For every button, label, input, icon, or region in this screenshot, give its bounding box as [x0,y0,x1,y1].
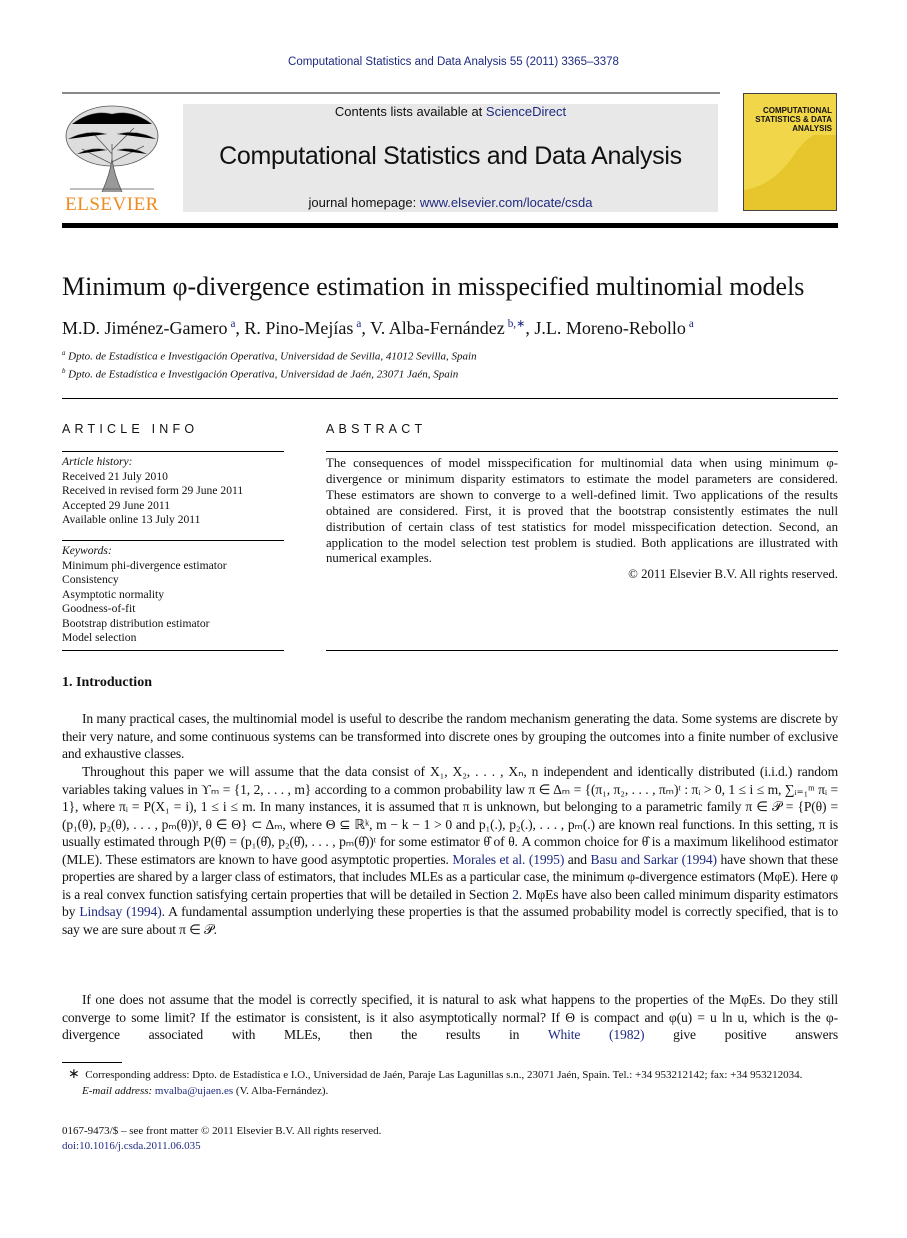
footnote-text: Corresponding address: Dpto. de Estadíst… [85,1069,803,1081]
keyword: Model selection [62,631,137,644]
affiliation-mark: b [62,368,66,375]
doi-link[interactable]: doi:10.1016/j.csda.2011.06.035 [62,1140,201,1152]
author-affiliation-mark[interactable]: a [689,318,694,330]
email-link[interactable]: mvalba@ujaen.es [155,1085,233,1097]
divider [62,451,284,452]
affiliation-text: Dpto. de Estadística e Investigación Ope… [68,368,459,381]
divider [326,451,838,452]
history-item: Accepted 29 June 2011 [62,498,171,512]
journal-cover-image: COMPUTATIONAL STATISTICS & DATA ANALYSIS [743,93,837,211]
homepage-line: journal homepage: www.elsevier.com/locat… [183,195,718,210]
journal-title: Computational Statistics and Data Analys… [219,142,682,170]
section-heading: 1. Introduction [62,675,152,690]
paragraph: In many practical cases, the multinomial… [62,710,838,763]
keyword: Goodness-of-fit [62,602,136,615]
abstract: The consequences of model misspecificati… [326,456,838,583]
text-run: . A fundamental assumption underlying th… [62,904,838,937]
abstract-text: The consequences of model misspecificati… [326,456,838,566]
keyword: Asymptotic normality [62,587,165,601]
contents-line: Contents lists available at ScienceDirec… [183,104,718,120]
citation-link[interactable]: White (1982) [548,1027,645,1042]
text-run: and [564,851,591,867]
text-run: give positive answers [644,1027,838,1042]
affiliation: b Dpto. de Estadística e Investigación O… [62,368,458,381]
email-label: E-mail address: [82,1085,155,1097]
divider [326,650,838,651]
divider [62,540,284,541]
paragraph: Throughout this paper we will assume tha… [62,763,838,938]
issn-line: 0167-9473/$ – see front matter © 2011 El… [62,1125,382,1137]
abstract-heading: ABSTRACT [326,422,427,436]
header-divider [62,223,838,228]
sciencedirect-link[interactable]: ScienceDirect [486,104,566,119]
cover-title: COMPUTATIONAL STATISTICS & DATA ANALYSIS [755,106,832,133]
history-item: Available online 13 July 2011 [62,513,201,526]
keywords-label: Keywords: [62,544,112,557]
divider [62,398,838,399]
email-suffix: (V. Alba-Fernández). [233,1085,329,1097]
footnote: ∗ Corresponding address: Dpto. de Estadí… [62,1068,838,1098]
citation-link[interactable]: Basu and Sarkar (1994) [591,852,718,867]
affiliation: a Dpto. de Estadística e Investigación O… [62,350,477,363]
elsevier-logo-text: ELSEVIER [65,194,159,215]
article-title: Minimum φ-divergence estimation in missp… [62,272,805,301]
divider [62,650,284,651]
citation-link[interactable]: 2 [512,887,519,902]
text-run: In many practical cases, the multinomial… [62,711,838,761]
journal-banner: Contents lists available at ScienceDirec… [183,104,718,212]
citation-link[interactable]: Morales et al. (1995) [452,852,564,867]
contents-prefix: Contents lists available at [334,104,486,119]
homepage-link[interactable]: www.elsevier.com/locate/csda [420,195,593,210]
author-list: M.D. Jiménez-Gamero a, R. Pino-Mejías a, V… [62,317,862,339]
keyword: Consistency [62,573,119,586]
affiliation-mark: a [62,350,66,357]
history-item: Received in revised form 29 June 2011 [62,484,244,497]
journal-reference-link[interactable]: Computational Statistics and Data Analys… [0,56,907,68]
citation-link[interactable]: Lindsay (1994) [79,904,161,919]
paragraph: If one does not assume that the model is… [62,991,838,1044]
keyword: Minimum phi-divergence estimator [62,558,227,572]
history-item: Received 21 July 2010 [62,469,168,483]
footnote-divider [62,1062,122,1063]
divider [62,92,720,94]
keyword: Bootstrap distribution estimator [62,616,210,630]
history-label: Article history: [62,455,133,468]
article-info-heading: ARTICLE INFO [62,422,199,436]
footnote-mark: ∗ [68,1067,80,1082]
author-name: R. Pino-Mejías [244,318,354,338]
copyright: © 2011 Elsevier B.V. All rights reserved… [628,567,838,582]
author-affiliation-mark[interactable]: b,∗ [508,318,526,330]
keywords: Keywords: Minimum phi-divergence estimat… [62,544,284,646]
author-name: V. Alba-Fernández [370,318,505,338]
homepage-prefix: journal homepage: [308,195,420,210]
affiliation-text: Dpto. de Estadística e Investigación Ope… [68,350,477,363]
article-history: Article history: Received 21 July 2010 Re… [62,455,284,528]
author-name: M.D. Jiménez-Gamero [62,318,228,338]
author-separator: , [361,318,371,338]
author-name: J.L. Moreno-Rebollo [534,318,686,338]
